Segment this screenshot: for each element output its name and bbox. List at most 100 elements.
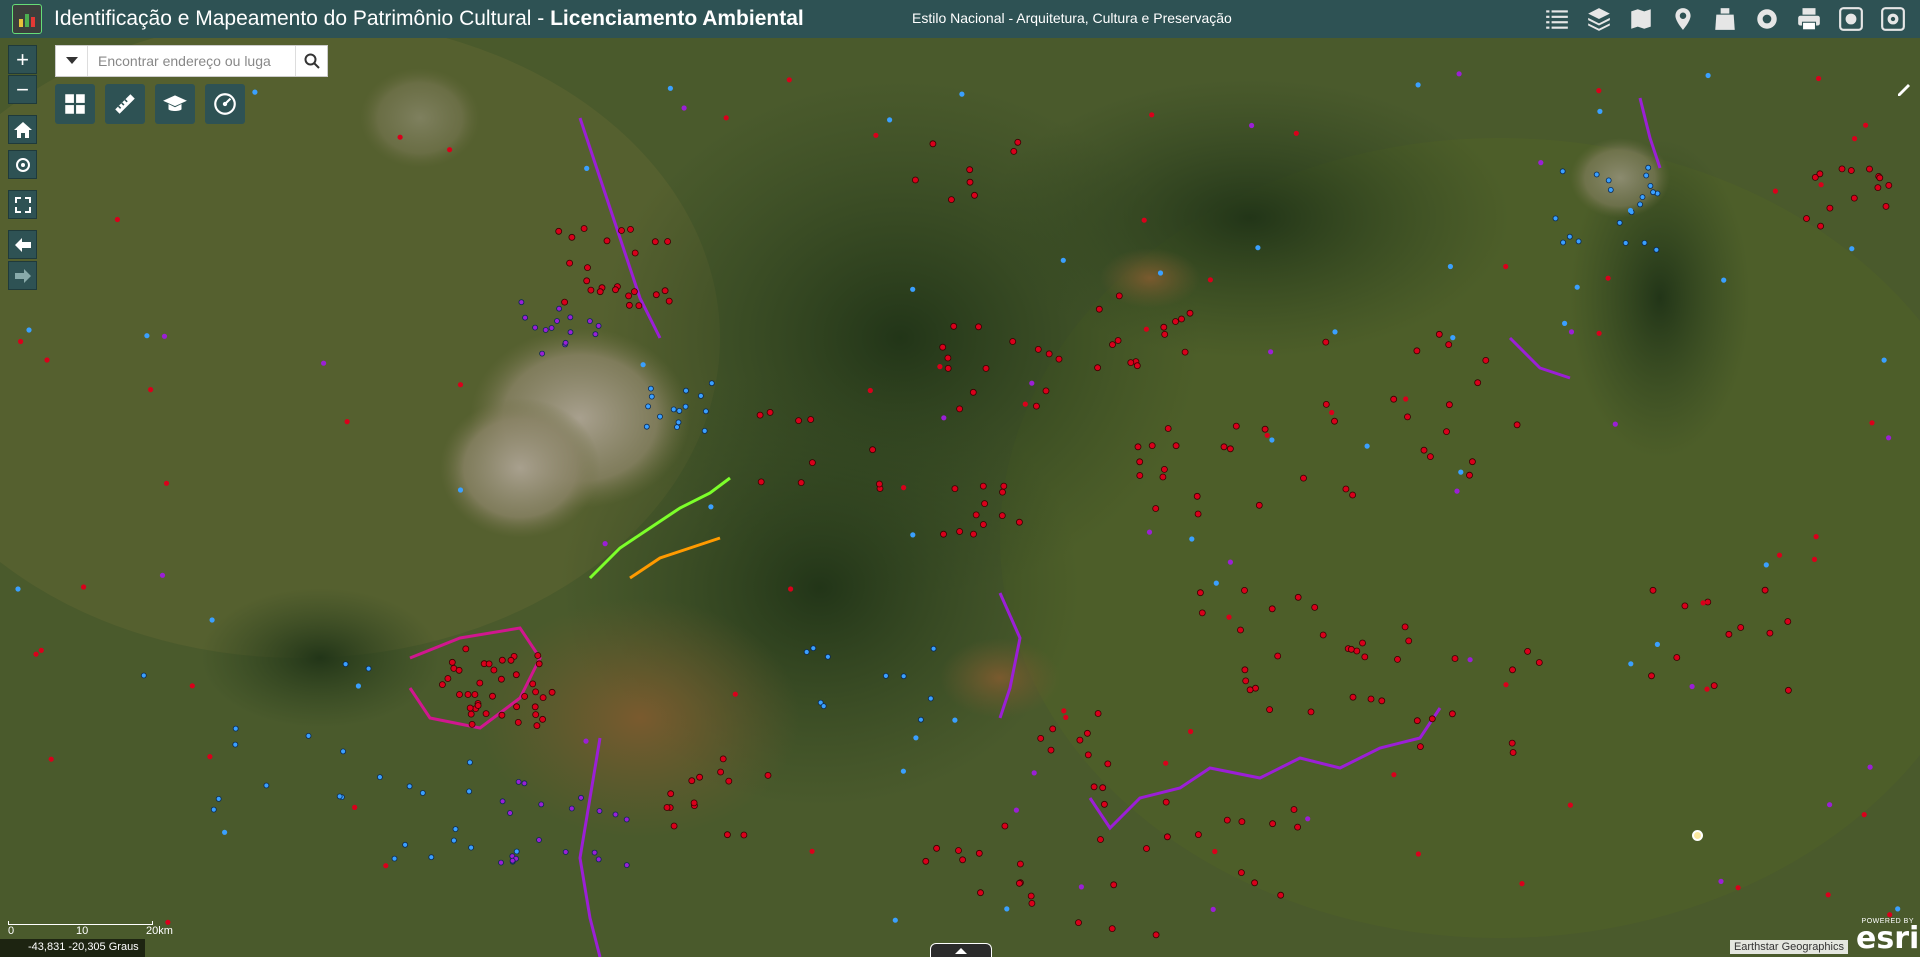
heritage-site-marker[interactable] <box>1817 222 1824 230</box>
heritage-site-marker[interactable] <box>438 681 446 688</box>
heritage-site-marker[interactable] <box>1307 708 1315 716</box>
heritage-site-marker[interactable] <box>1266 706 1273 713</box>
pencil-icon[interactable] <box>1896 80 1914 98</box>
zoom-in-button[interactable]: + <box>8 45 37 74</box>
heritage-site-marker[interactable] <box>676 407 683 414</box>
heritage-site-marker[interactable] <box>1269 820 1276 828</box>
heritage-site-marker[interactable] <box>1104 760 1112 768</box>
heritage-site-marker[interactable] <box>803 649 810 655</box>
heritage-site-marker[interactable] <box>476 679 484 687</box>
heritage-site-marker[interactable] <box>336 793 343 800</box>
heritage-site-marker[interactable] <box>1567 802 1573 808</box>
heritage-site-marker[interactable] <box>482 710 490 717</box>
heritage-site-marker[interactable] <box>970 530 977 538</box>
heritage-site-marker[interactable] <box>1311 604 1319 611</box>
heritage-site-marker[interactable] <box>602 541 608 547</box>
about-button[interactable] <box>1876 2 1910 36</box>
heritage-site-marker[interactable] <box>1415 82 1421 88</box>
heritage-site-marker[interactable] <box>966 166 974 174</box>
heritage-site-marker[interactable] <box>1458 469 1464 475</box>
heritage-site-marker[interactable] <box>690 799 698 807</box>
heritage-site-marker[interactable] <box>683 387 689 394</box>
heritage-site-marker[interactable] <box>140 672 147 679</box>
heritage-site-marker[interactable] <box>1394 656 1401 663</box>
heritage-site-marker[interactable] <box>795 417 802 425</box>
heritage-site-marker[interactable] <box>402 841 409 848</box>
heritage-site-marker[interactable] <box>583 738 589 744</box>
heritage-site-marker[interactable] <box>723 115 729 121</box>
heritage-site-marker[interactable] <box>596 288 604 296</box>
heritage-site-marker[interactable] <box>1647 182 1654 189</box>
previous-extent-button[interactable] <box>8 230 37 259</box>
heritage-site-marker[interactable] <box>1519 881 1525 887</box>
heritage-site-marker[interactable] <box>1249 122 1255 129</box>
heritage-site-marker[interactable] <box>584 165 590 171</box>
heritage-site-marker[interactable] <box>1763 562 1769 568</box>
heritage-site-marker[interactable] <box>892 917 898 923</box>
heritage-site-marker[interactable] <box>1347 645 1355 653</box>
heritage-site-marker[interactable] <box>263 782 270 789</box>
heritage-site-marker[interactable] <box>207 754 213 760</box>
heritage-site-marker[interactable] <box>533 722 541 729</box>
heritage-site-marker[interactable] <box>1238 818 1246 825</box>
heritage-site-marker[interactable] <box>1143 326 1149 332</box>
heritage-site-marker[interactable] <box>876 480 883 488</box>
heritage-site-marker[interactable] <box>887 117 893 123</box>
heritage-site-marker[interactable] <box>982 364 990 372</box>
heritage-site-marker[interactable] <box>766 408 774 416</box>
heritage-site-marker[interactable] <box>1232 422 1240 430</box>
heritage-site-marker[interactable] <box>979 482 987 490</box>
heritage-site-marker[interactable] <box>1061 708 1067 714</box>
heritage-site-marker[interactable] <box>1261 425 1269 433</box>
heritage-site-marker[interactable] <box>1761 586 1769 594</box>
heritage-site-marker[interactable] <box>1197 589 1204 597</box>
heritage-site-marker[interactable] <box>1689 683 1695 690</box>
heritage-site-marker[interactable] <box>562 339 569 346</box>
heritage-site-marker[interactable] <box>1390 395 1398 403</box>
heritage-site-marker[interactable] <box>1000 482 1008 490</box>
heritage-site-marker[interactable] <box>1049 725 1057 733</box>
heritage-site-marker[interactable] <box>456 691 463 698</box>
heritage-site-marker[interactable] <box>688 777 696 785</box>
heritage-site-marker[interactable] <box>1322 338 1330 346</box>
heritage-site-marker[interactable] <box>48 756 54 762</box>
heritage-site-marker[interactable] <box>901 485 907 491</box>
heritage-site-marker[interactable] <box>1251 879 1258 887</box>
heritage-site-marker[interactable] <box>1420 446 1428 454</box>
heritage-site-marker[interactable] <box>1895 906 1901 912</box>
heritage-site-marker[interactable] <box>1456 71 1462 77</box>
heritage-site-marker[interactable] <box>956 528 963 535</box>
heritage-site-marker[interactable] <box>1503 263 1509 270</box>
heritage-site-marker[interactable] <box>26 327 32 333</box>
heritage-site-marker[interactable] <box>948 196 955 204</box>
heritage-site-marker[interactable] <box>1735 885 1741 891</box>
heritage-site-marker[interactable] <box>956 405 963 413</box>
heritage-site-marker[interactable] <box>867 387 873 394</box>
heritage-site-marker[interactable] <box>1193 492 1201 500</box>
heritage-site-marker[interactable] <box>1010 148 1018 155</box>
heritage-site-marker[interactable] <box>1164 833 1171 841</box>
heritage-site-marker[interactable] <box>531 703 539 711</box>
heritage-site-marker[interactable] <box>507 810 513 816</box>
heritage-site-marker[interactable] <box>696 773 703 781</box>
heritage-site-marker[interactable] <box>1718 878 1724 885</box>
search-input[interactable] <box>88 46 295 76</box>
heritage-site-marker[interactable] <box>1136 472 1144 479</box>
heritage-site-marker[interactable] <box>457 382 464 388</box>
heritage-site-marker[interactable] <box>467 710 475 718</box>
heritage-site-marker[interactable] <box>1449 710 1456 718</box>
heritage-site-marker[interactable] <box>1596 88 1602 94</box>
heritage-site-marker[interactable] <box>757 478 765 486</box>
heritage-site-marker[interactable] <box>562 849 569 855</box>
elevation-widget-button[interactable] <box>155 84 195 124</box>
heritage-site-marker[interactable] <box>1055 355 1063 363</box>
heritage-site-marker[interactable] <box>1391 772 1397 778</box>
heritage-site-marker[interactable] <box>163 480 170 486</box>
heritage-site-marker[interactable] <box>667 790 675 798</box>
heritage-site-marker[interactable] <box>1639 194 1646 201</box>
heritage-site-marker[interactable] <box>1605 177 1612 184</box>
heritage-site-marker[interactable] <box>1612 421 1618 427</box>
heritage-site-marker[interactable] <box>1269 437 1275 443</box>
heritage-site-marker[interactable] <box>1161 330 1169 338</box>
heritage-site-marker[interactable] <box>1866 165 1873 173</box>
